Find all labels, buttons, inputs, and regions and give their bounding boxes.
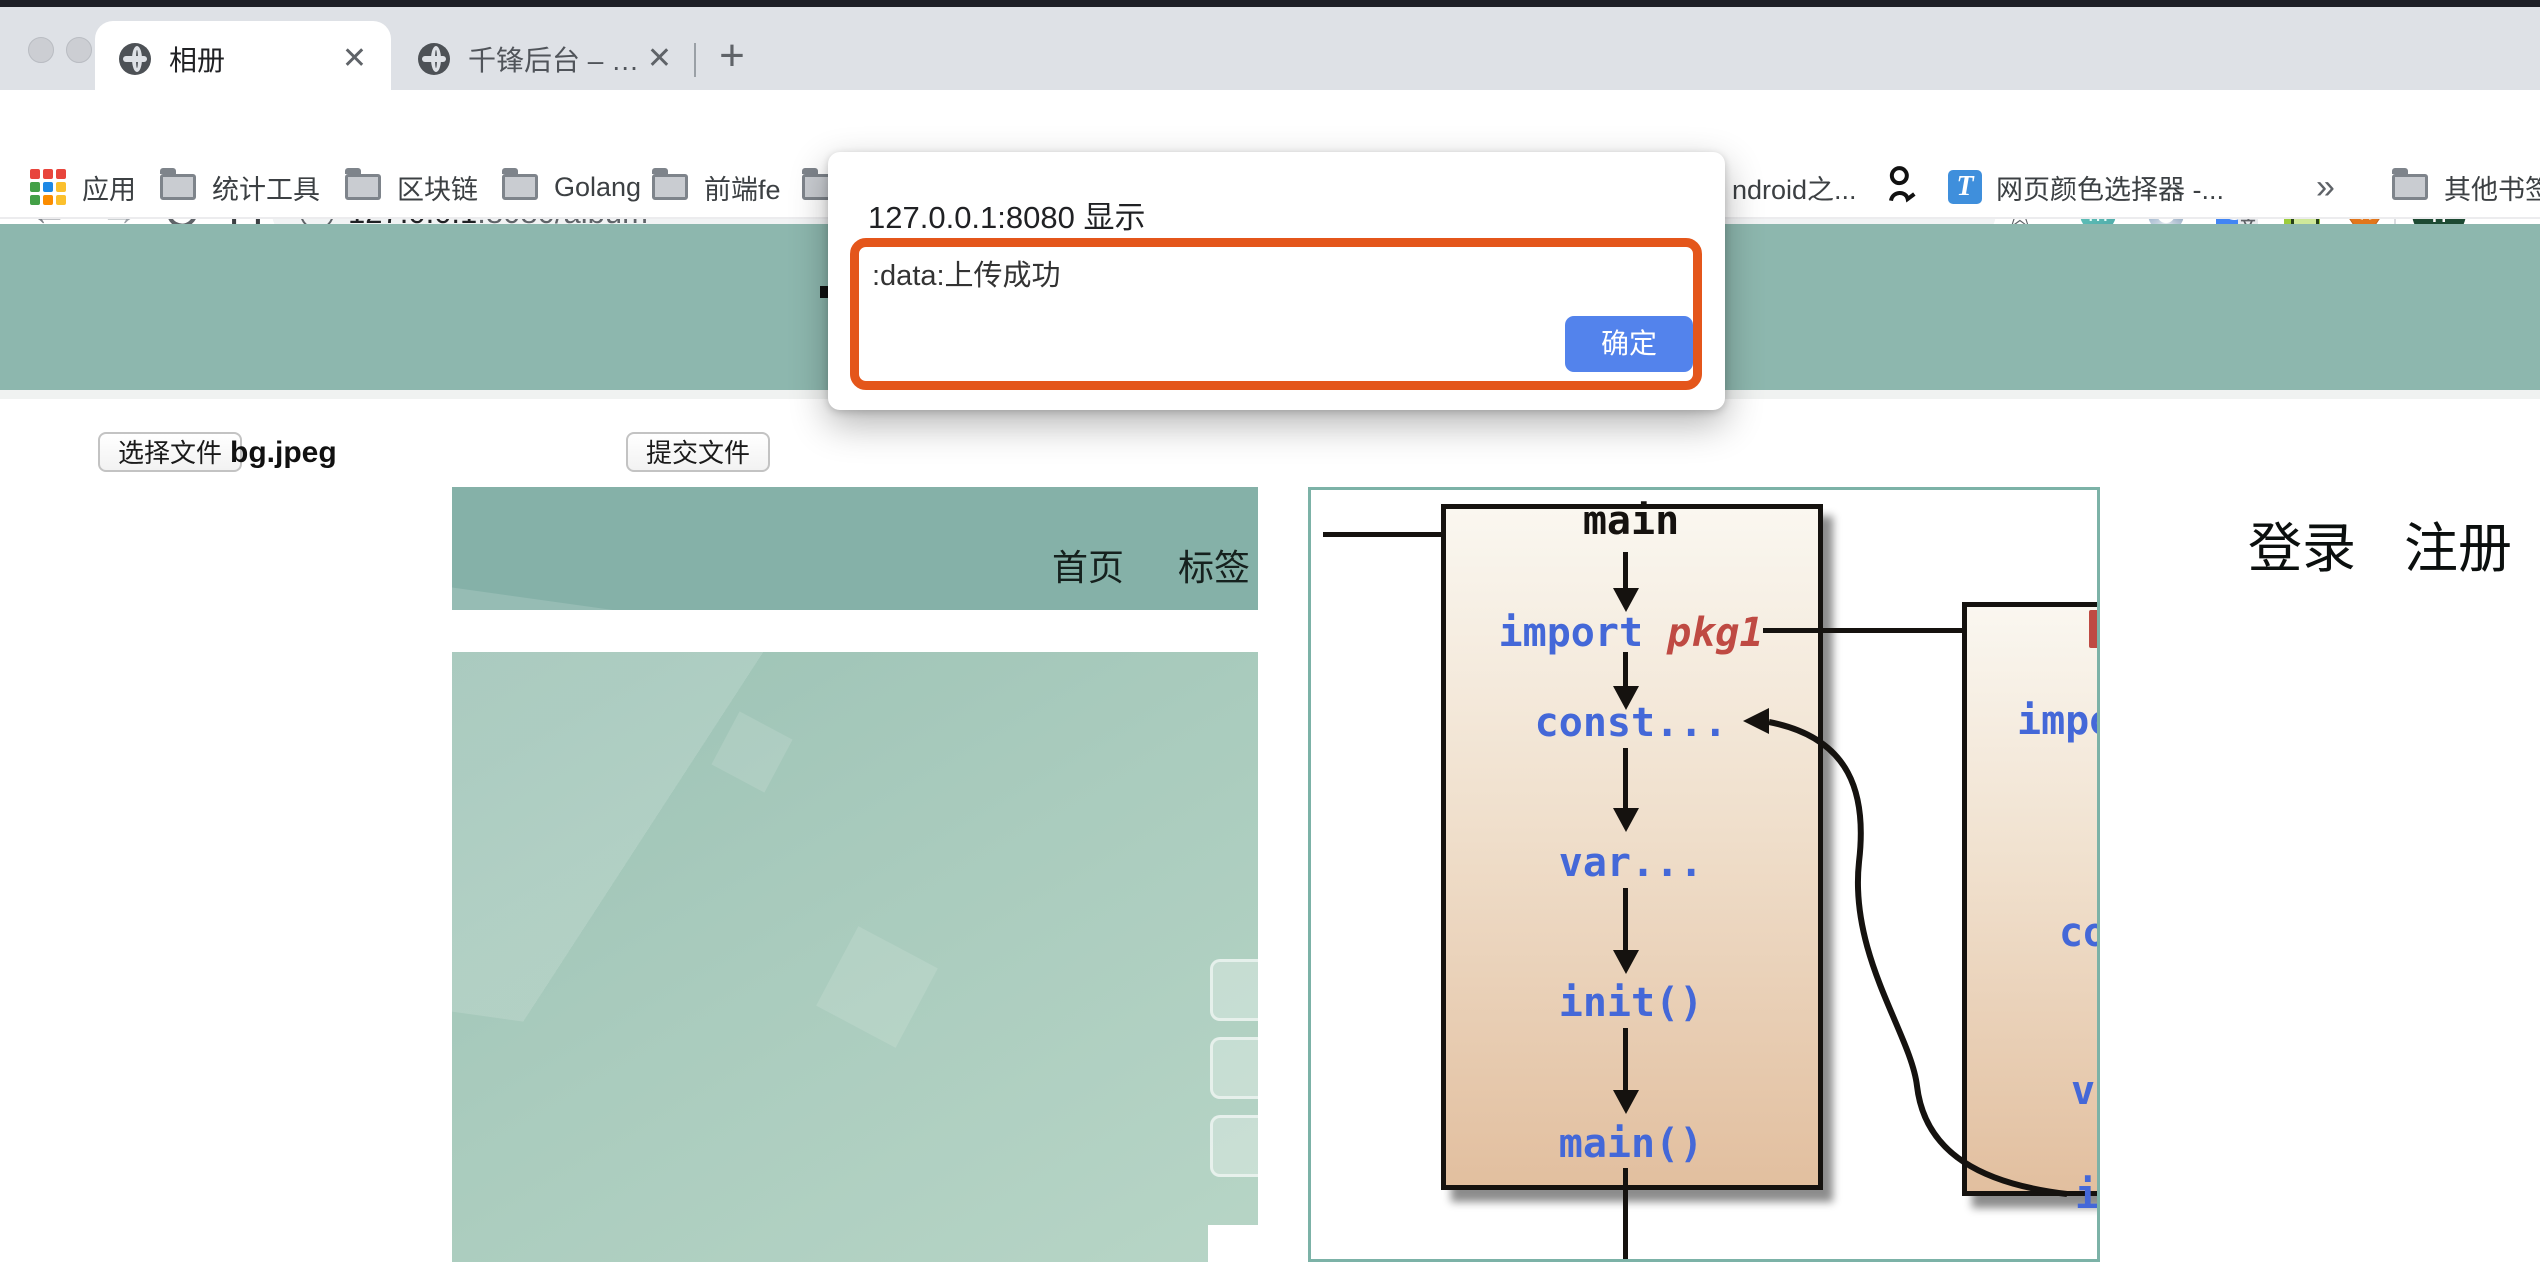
bookmark-label: 前端fe [704, 168, 781, 207]
bookmark-label: 统计工具 [212, 168, 320, 207]
globe-favicon-icon [119, 43, 151, 75]
bookmark-label: 网页颜色选择器 -... [1996, 168, 2224, 207]
thumb1-card [1210, 1037, 1258, 1099]
tab-bar: 相册 ✕ 千锋后台 – [title] ✕ + [0, 7, 2540, 90]
close-icon[interactable]: ✕ [647, 44, 672, 74]
bookmark-folder-frontend[interactable]: 前端fe [652, 167, 781, 207]
globe-favicon-icon [418, 43, 450, 75]
bookmark-person-link[interactable] [1884, 167, 1932, 207]
thumb1-nav-home: 首页 [1052, 539, 1124, 591]
bookmark-android[interactable]: ndroid之... [1732, 167, 1857, 207]
thumb1-body [452, 652, 1258, 1262]
ok-button[interactable]: 确定 [1565, 316, 1693, 372]
other-bookmarks[interactable]: 其他书签 [2392, 167, 2540, 207]
bookmark-folder-blockchain[interactable]: 区块链 [345, 167, 478, 207]
bookmark-apps[interactable]: 应用 [30, 167, 136, 207]
bookmark-color-picker[interactable]: T 网页颜色选择器 -... [1948, 167, 2224, 207]
decor-diamond [816, 926, 938, 1048]
tab-qianfeng-admin[interactable]: 千锋后台 – [title] ✕ [400, 21, 690, 97]
chevron-right-icon: » [2316, 168, 2335, 207]
window-top-edge [0, 0, 2540, 7]
tab-title: 千锋后台 – [title] [468, 39, 647, 79]
decor-diamond [711, 711, 792, 792]
bookmark-folder-golang[interactable]: Golang [502, 167, 641, 207]
new-tab-button[interactable]: + [706, 31, 758, 83]
tab-divider [694, 43, 696, 77]
thumb1-header: 首页 标签 [452, 487, 1258, 610]
color-picker-icon: T [1948, 170, 1982, 204]
folder-icon [2392, 174, 2428, 200]
uploaded-image-preview: 首页 标签 [452, 487, 1258, 1262]
window-minimize-button[interactable] [66, 37, 92, 63]
thumb1-card [1210, 1115, 1258, 1177]
person-search-icon [1884, 164, 1918, 211]
choose-file-button[interactable]: 选择文件 [98, 432, 242, 472]
browser-toolbar: ← → i 127.0.0.1:8080/album ☆ m G h [0, 90, 2540, 155]
diagram-image-preview: main import pkg1 const... var... init() … [1308, 487, 2100, 1262]
alert-dialog: 127.0.0.1:8080 显示 :data:上传成功 确定 [828, 152, 1725, 410]
bookmark-label: 区块链 [397, 168, 478, 207]
window-close-button[interactable] [28, 37, 54, 63]
bookmark-label: 应用 [82, 168, 136, 207]
return-curve [1311, 490, 2100, 1262]
bookmark-label: Golang [554, 172, 641, 203]
bookmark-folder-stats[interactable]: 统计工具 [160, 167, 320, 207]
register-link[interactable]: 注册 [2404, 504, 2512, 583]
tab-title: 相册 [169, 39, 225, 79]
dialog-title: 127.0.0.1:8080 显示 [868, 192, 1145, 237]
folder-icon [160, 174, 196, 200]
thumb1-footer-fragment [1208, 1225, 1258, 1262]
folder-icon [502, 174, 538, 200]
selected-file-name: bg.jpeg [230, 436, 337, 470]
submit-file-button[interactable]: 提交文件 [626, 432, 770, 472]
dialog-message: :data:上传成功 [872, 252, 1061, 294]
close-icon[interactable]: ✕ [342, 44, 367, 74]
bookmarks-overflow-button[interactable]: » [2316, 167, 2335, 207]
bookmark-label: 其他书签 [2444, 168, 2540, 207]
folder-icon [652, 174, 688, 200]
login-link[interactable]: 登录 [2248, 504, 2356, 583]
folder-icon [345, 174, 381, 200]
apps-grid-icon [30, 169, 66, 205]
thumb1-nav-tags: 标签 [1178, 539, 1250, 591]
bookmark-label: ndroid之... [1732, 168, 1857, 207]
thumb1-card [1210, 959, 1258, 1021]
tab-album[interactable]: 相册 ✕ [95, 21, 391, 97]
